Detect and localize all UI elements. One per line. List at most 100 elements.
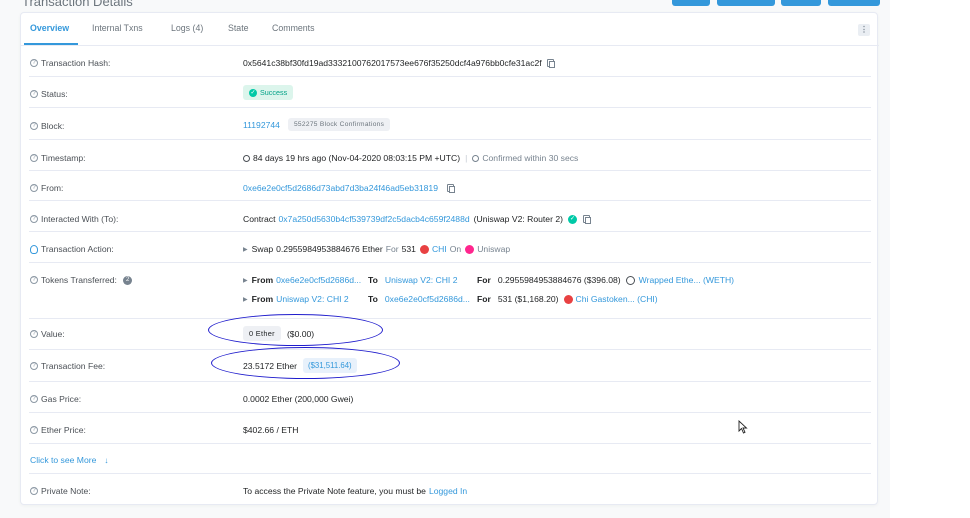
contract-address-link[interactable]: 0x7a250d5630b4cf539739df2c5dacb4c659f248… xyxy=(278,214,469,224)
gas-price-label: ? Gas Price: xyxy=(30,394,81,404)
check-circle-icon: ✓ xyxy=(249,88,257,97)
transfer-from-link[interactable]: Uniswap V2: CHI 2 xyxy=(276,294,349,304)
transfer-from-label: From xyxy=(251,275,274,285)
more-options-icon[interactable]: ⋮ xyxy=(858,24,870,36)
for-word: For xyxy=(385,244,399,254)
lightbulb-icon xyxy=(30,244,38,254)
transfer-for-cell: For 0.2955984953884676 ($396.08) Wrapped… xyxy=(477,275,734,285)
help-icon: ? xyxy=(30,276,38,284)
right-background xyxy=(890,0,970,518)
transfer-to-link[interactable]: 0xe6e2e0cf5d2686d... xyxy=(385,294,470,304)
tx-hash-label-text: Transaction Hash: xyxy=(41,58,111,68)
value-usd: ($0.00) xyxy=(286,328,315,339)
copy-icon[interactable] xyxy=(582,215,591,224)
copy-icon[interactable] xyxy=(447,184,455,193)
from-value: 0xe6e2e0cf5d2686d73abd7d3ba24f46ad5eb318… xyxy=(243,183,455,193)
header-button-4[interactable] xyxy=(828,0,880,6)
see-more-text: Click to see More xyxy=(30,455,97,465)
value-ether-badge: 0 Ether xyxy=(243,326,281,341)
confirmed-text: Confirmed within 30 secs xyxy=(482,153,579,163)
transfer-from-label: From xyxy=(251,294,274,304)
tab-overview[interactable]: Overview xyxy=(30,23,69,33)
tokens-label-text: Tokens Transferred: xyxy=(41,275,117,285)
divider xyxy=(29,473,871,474)
weth-token-icon xyxy=(625,275,635,285)
action-label: Transaction Action: xyxy=(30,244,114,254)
divider xyxy=(29,262,871,263)
transfer-amount: 531 ($1,168.20) xyxy=(497,294,559,304)
fee-ether: 23.5172 Ether xyxy=(243,360,297,371)
tokens-count-badge: 2 xyxy=(122,275,133,285)
transaction-card: Overview Internal Txns Logs (4) State Co… xyxy=(20,12,879,505)
swap-qty: 531 xyxy=(401,244,416,254)
page-header: Transaction Details xyxy=(0,0,970,10)
fee-label-text: Transaction Fee: xyxy=(41,361,106,371)
fee-label: ? Transaction Fee: xyxy=(30,361,105,371)
login-link[interactable]: Logged In xyxy=(429,486,467,496)
timestamp-label-text: Timestamp: xyxy=(41,153,86,163)
tab-comments[interactable]: Comments xyxy=(272,23,315,33)
ether-price-label: ? Ether Price: xyxy=(30,425,86,435)
transfer-to-link[interactable]: Uniswap V2: CHI 2 xyxy=(385,275,458,285)
transfer-row: ▶ From 0xe6e2e0cf5d2686d... xyxy=(243,275,361,285)
uniswap-icon xyxy=(465,244,475,254)
value-label: ? Value: xyxy=(30,329,65,339)
transfer-to-cell: To 0xe6e2e0cf5d2686d... xyxy=(368,294,470,304)
clock-icon xyxy=(243,154,250,162)
tx-hash-value: 0x5641c38bf30fd19ad3332100762017573ee676… xyxy=(243,58,555,68)
tab-internal-txns[interactable]: Internal Txns xyxy=(92,23,143,33)
header-button-2[interactable] xyxy=(717,0,775,6)
header-button-1[interactable] xyxy=(672,0,710,6)
help-icon: ? xyxy=(30,330,38,338)
ether-price-value: $402.66 / ETH xyxy=(243,425,299,435)
transfer-token-link[interactable]: Chi Gastoken... (CHI) xyxy=(576,294,658,304)
from-address-link[interactable]: 0xe6e2e0cf5d2686d73abd7d3ba24f46ad5eb318… xyxy=(243,183,438,193)
transfer-for-label: For xyxy=(477,275,491,285)
copy-icon[interactable] xyxy=(546,59,555,68)
separator: | xyxy=(465,153,468,163)
help-icon: ? xyxy=(30,362,38,370)
help-icon: ? xyxy=(30,395,38,403)
status-label: ? Status: xyxy=(30,89,68,99)
block-value: 11192744 552275 Block Confirmations xyxy=(243,118,391,131)
on-word: On xyxy=(449,244,462,254)
divider xyxy=(29,349,871,350)
divider xyxy=(29,200,871,201)
see-more-link[interactable]: Click to see More ↓ xyxy=(30,455,108,465)
transfer-token-link[interactable]: Wrapped Ethe... (WETH) xyxy=(639,275,734,285)
mouse-cursor-icon xyxy=(738,420,748,434)
dex-name: Uniswap xyxy=(477,244,511,254)
private-note-text: To access the Private Note feature, you … xyxy=(243,486,426,496)
action-value: ▶ Swap 0.2955984953884676 Ether For 531 … xyxy=(243,244,510,254)
chi-token-icon xyxy=(563,294,573,304)
active-tab-indicator xyxy=(24,43,78,45)
from-label-text: From: xyxy=(41,183,64,193)
help-icon: ? xyxy=(30,154,38,162)
transfer-amount: 0.2955984953884676 ($396.08) xyxy=(497,275,621,285)
transfer-for-cell: For 531 ($1,168.20) Chi Gastoken... (CHI… xyxy=(477,294,658,304)
to-label-text: Interacted With (To): xyxy=(41,214,119,224)
transfer-from-link[interactable]: 0xe6e2e0cf5d2686d... xyxy=(276,275,361,285)
divider xyxy=(29,412,871,413)
status-text: Success xyxy=(260,88,288,97)
help-icon: ? xyxy=(30,426,38,434)
divider xyxy=(29,231,871,232)
divider xyxy=(29,107,871,108)
caret-right-icon: ▶ xyxy=(243,277,248,284)
action-label-text: Transaction Action: xyxy=(41,244,114,254)
tab-state[interactable]: State xyxy=(228,23,249,33)
divider xyxy=(29,139,871,140)
chi-token-icon xyxy=(419,244,429,254)
block-number-link[interactable]: 11192744 xyxy=(243,120,280,130)
contract-name: (Uniswap V2: Router 2) xyxy=(473,214,563,224)
divider xyxy=(29,170,871,171)
help-icon: ? xyxy=(30,184,38,192)
chi-token-link[interactable]: CHI xyxy=(432,244,447,254)
confirmations-badge: 552275 Block Confirmations xyxy=(287,118,391,131)
header-button-3[interactable] xyxy=(781,0,821,6)
tab-logs[interactable]: Logs (4) xyxy=(171,23,203,33)
ether-price-label-text: Ether Price: xyxy=(41,425,86,435)
caret-right-icon: ▶ xyxy=(243,246,248,253)
help-icon: ? xyxy=(30,90,38,98)
divider xyxy=(29,76,871,77)
